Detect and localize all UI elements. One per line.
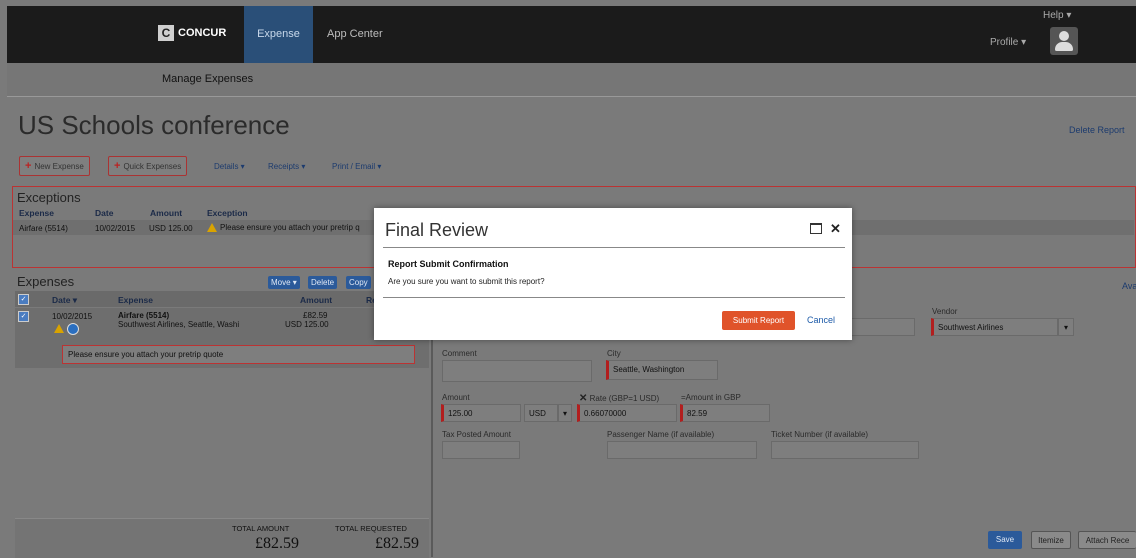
select-all-checkbox[interactable]: ✓	[18, 294, 29, 305]
save-button[interactable]: Save	[988, 531, 1022, 549]
hidden-field[interactable]	[842, 318, 915, 336]
rate-field[interactable]: 0.66070000	[577, 404, 677, 422]
close-icon[interactable]: ✕	[579, 393, 587, 404]
attach-receipt-button[interactable]: Attach Rece	[1078, 531, 1136, 549]
concur-logo[interactable]: C CONCUR	[158, 23, 226, 43]
exceptions-title: Exceptions	[17, 190, 81, 205]
expenses-title: Expenses	[17, 274, 75, 289]
delete-report-link[interactable]: Delete Report	[1069, 125, 1125, 135]
expense-amount-usd: USD 125.00	[285, 320, 329, 329]
total-amount-label: TOTAL AMOUNT	[232, 524, 290, 533]
total-requested: £82.59	[375, 535, 419, 552]
exc-header-date: Date	[95, 208, 114, 218]
copy-button[interactable]: Copy	[346, 276, 371, 289]
manage-expenses-link[interactable]: Manage Expenses	[162, 73, 253, 85]
quick-expenses-button[interactable]: + Quick Expenses	[108, 156, 188, 176]
page-title: US Schools conference	[18, 110, 290, 140]
amount-gbp-field[interactable]: 82.59	[680, 404, 770, 422]
ticket-label: Ticket Number (if available)	[771, 430, 869, 439]
exc-header-exception: Exception	[207, 208, 248, 218]
maximize-icon[interactable]	[810, 223, 822, 234]
avatar[interactable]	[1050, 27, 1078, 55]
exc-header-amount: Amount	[150, 208, 183, 218]
help-menu[interactable]: Help ▾	[1043, 10, 1071, 21]
chevron-down-icon[interactable]: ▾	[1058, 318, 1074, 336]
chevron-down-icon[interactable]: ▾	[558, 404, 572, 422]
exp-header-amount: Amount	[300, 295, 333, 305]
user-icon	[1059, 31, 1069, 41]
warning-icon	[54, 323, 67, 334]
tab-app-center[interactable]: App Center	[327, 6, 383, 63]
delete-button[interactable]: Delete	[308, 276, 338, 289]
exc-cell-date: 10/02/2015	[95, 224, 136, 233]
details-menu[interactable]: Details ▾	[214, 162, 245, 171]
exc-cell-amount: USD 125.00	[149, 224, 193, 233]
submit-report-button[interactable]: Submit Report	[722, 311, 795, 330]
expense-date: 10/02/2015	[52, 312, 93, 321]
available-link[interactable]: Ava	[1122, 281, 1136, 291]
profile-menu[interactable]: Profile ▾	[990, 37, 1026, 48]
exc-cell-exception: Please ensure you attach your pretrip q	[207, 223, 360, 233]
expense-name: Airfare (5514)	[118, 311, 170, 320]
tax-field[interactable]	[442, 441, 520, 459]
exc-cell-expense: Airfare (5514)	[19, 224, 68, 233]
vendor-label: Vendor	[932, 307, 958, 316]
exp-header-expense: Expense	[118, 295, 153, 305]
print-email-menu[interactable]: Print / Email ▾	[332, 162, 381, 171]
vendor-select[interactable]: Southwest Airlines	[931, 318, 1058, 336]
exc-header-expense: Expense	[19, 208, 54, 218]
exp-header-date[interactable]: Date ▾	[52, 295, 77, 306]
passenger-field[interactable]	[607, 441, 757, 459]
move-button[interactable]: Move ▾	[268, 276, 300, 289]
tax-label: Tax Posted Amount	[442, 430, 511, 439]
modal-question: Are you sure you want to submit this rep…	[388, 277, 545, 286]
cancel-button[interactable]: Cancel	[807, 315, 835, 325]
itemize-button[interactable]: Itemize	[1031, 531, 1071, 549]
modal-subtitle: Report Submit Confirmation	[388, 259, 509, 269]
total-amount: £82.59	[255, 535, 299, 552]
divider	[383, 297, 845, 298]
amount-field[interactable]: 125.00	[441, 404, 521, 422]
modal-title: Final Review	[385, 220, 489, 240]
new-expense-button[interactable]: + New Expense	[19, 156, 90, 176]
total-requested-label: TOTAL REQUESTED	[335, 524, 407, 533]
plus-icon: +	[114, 160, 121, 172]
close-icon[interactable]: ✕	[830, 221, 841, 237]
city-field[interactable]: Seattle, Washington	[606, 360, 718, 380]
tab-expense[interactable]: Expense	[244, 6, 313, 63]
amount-gbp-label: =Amount in GBP	[681, 393, 741, 402]
logo-text: CONCUR	[178, 27, 227, 39]
exception-note: Please ensure you attach your pretrip qu…	[62, 345, 415, 364]
plus-icon: +	[25, 160, 32, 172]
row-checkbox[interactable]: ✓	[18, 311, 29, 322]
expense-amount: £82.59	[303, 311, 328, 320]
receipts-menu[interactable]: Receipts ▾	[268, 162, 305, 171]
ticket-field[interactable]	[771, 441, 919, 459]
concur-logo-icon: C	[158, 25, 174, 41]
divider	[383, 247, 845, 248]
amount-label: Amount	[442, 393, 470, 402]
city-label: City	[607, 349, 621, 358]
receipt-icon	[67, 323, 79, 335]
currency-select[interactable]: USD	[524, 404, 558, 422]
warning-icon	[207, 223, 217, 233]
comment-label: Comment	[442, 349, 477, 358]
rate-label: ✕ Rate (GBP=1 USD)	[579, 393, 660, 404]
expense-vendor: Southwest Airlines, Seattle, Washi	[118, 320, 240, 329]
passenger-label: Passenger Name (if available)	[607, 430, 715, 439]
comment-field[interactable]	[442, 360, 592, 382]
